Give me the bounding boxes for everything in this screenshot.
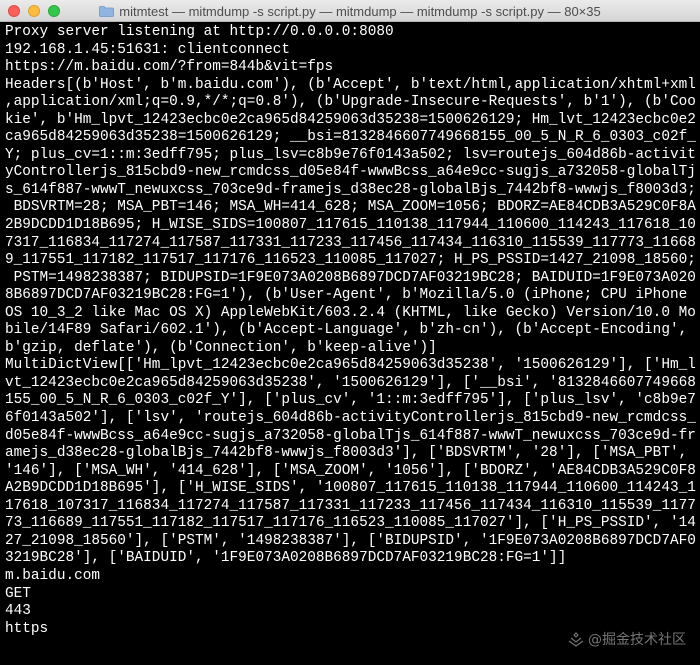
terminal-line: ,application/xml;q=0.9,*/*;q=0.8'), (b'U… (5, 94, 696, 111)
terminal-line: ca965d84259063d35238=1500626129; __bsi=8… (5, 129, 696, 146)
terminal-line: amejs_d38ec28-globalBjs_7442bf8-wwwjs_f8… (5, 445, 688, 462)
terminal-line: MultiDictView[['Hm_lpvt_12423ecbc0e2ca96… (5, 357, 696, 374)
terminal-line: 17618_107317_116834_117274_117587_117331… (5, 497, 696, 514)
terminal-line: m.baidu.com (5, 567, 100, 584)
terminal-line: 6f0143a502'], ['lsv', 'routejs_604d86b-a… (5, 410, 696, 427)
window-title-text: mitmtest — mitmdump -s script.py — mitmd… (119, 3, 601, 19)
terminal-line: Y; plus_cv=1::m:3edff795; plus_lsv=c8b9e… (5, 146, 696, 163)
terminal-line: GET (5, 585, 31, 602)
terminal-line: b'gzip, deflate'), (b'Connection', b'kee… (5, 339, 437, 356)
terminal-line: kie', b'Hm_lpvt_12423ecbc0e2ca965d842590… (5, 111, 696, 128)
terminal-line: https://m.baidu.com/?from=844b&vit=fps (5, 59, 334, 76)
terminal-line: s_614f887-wwwT_newuxcss_703ce9d-framejs_… (5, 181, 696, 198)
terminal-line: bile/14F89 Safari/602.1'), (b'Accept-Lan… (5, 322, 688, 339)
terminal-line: 192.168.1.45:51631: clientconnect (5, 41, 290, 58)
terminal-line: A2B9DCDD1D18B695'], ['H_WISE_SIDS', '100… (5, 480, 696, 497)
juejin-logo-icon (568, 632, 584, 647)
terminal-line: BDSVRTM=28; MSA_PBT=146; MSA_WH=414_628;… (5, 199, 696, 216)
terminal-line: Headers[(b'Host', b'm.baidu.com'), (b'Ac… (5, 76, 696, 93)
terminal-line: 443 (5, 603, 31, 620)
title-bar[interactable]: mitmtest — mitmdump -s script.py — mitmd… (0, 0, 700, 22)
terminal-output[interactable]: Proxy server listening at http://0.0.0.0… (0, 22, 700, 665)
terminal-line: 3219BC28'], ['BAIDUID', '1F9E073A0208B68… (5, 550, 567, 567)
terminal-line: 7317_116834_117274_117587_117331_117233_… (5, 234, 696, 251)
terminal-line: 9_117551_117182_117517_117176_116523_110… (5, 252, 696, 269)
terminal-line: d05e84f-wwwBcss_a64e9cc-sugjs_a732058-gl… (5, 427, 696, 444)
watermark: @掘金技术社区 (568, 629, 686, 649)
terminal-line: PSTM=1498238387; BIDUPSID=1F9E073A0208B6… (5, 269, 696, 286)
terminal-line: vt_12423ecbc0e2ca965d84259063d35238', '1… (5, 374, 696, 391)
terminal-line: 73_116689_117551_117182_117517_117176_11… (5, 515, 696, 532)
terminal-line: 155_00_5_N_R_6_0303_c02f_Y'], ['plus_cv'… (5, 392, 696, 409)
terminal-line: OS 10_3_2 like Mac OS X) AppleWebKit/603… (5, 304, 696, 321)
terminal-line: Proxy server listening at http://0.0.0.0… (5, 24, 394, 40)
window-title: mitmtest — mitmdump -s script.py — mitmd… (0, 0, 700, 22)
terminal-line: 27_21098_18560'], ['PSTM', '1498238387']… (5, 532, 696, 549)
terminal-line: yControllerjs_815cbd9-new_rcmdcss_d05e84… (5, 164, 696, 181)
terminal-line: '146'], ['MSA_WH', '414_628'], ['MSA_ZOO… (5, 462, 696, 479)
terminal-window: mitmtest — mitmdump -s script.py — mitmd… (0, 0, 700, 665)
watermark-text: @掘金技术社区 (588, 632, 686, 648)
folder-icon (99, 5, 115, 17)
terminal-line: 2B9DCDD1D18B695; H_WISE_SIDS=100807_1176… (5, 217, 696, 234)
terminal-line: 8B6897DCD7AF03219BC28:FG=1'), (b'User-Ag… (5, 287, 688, 304)
